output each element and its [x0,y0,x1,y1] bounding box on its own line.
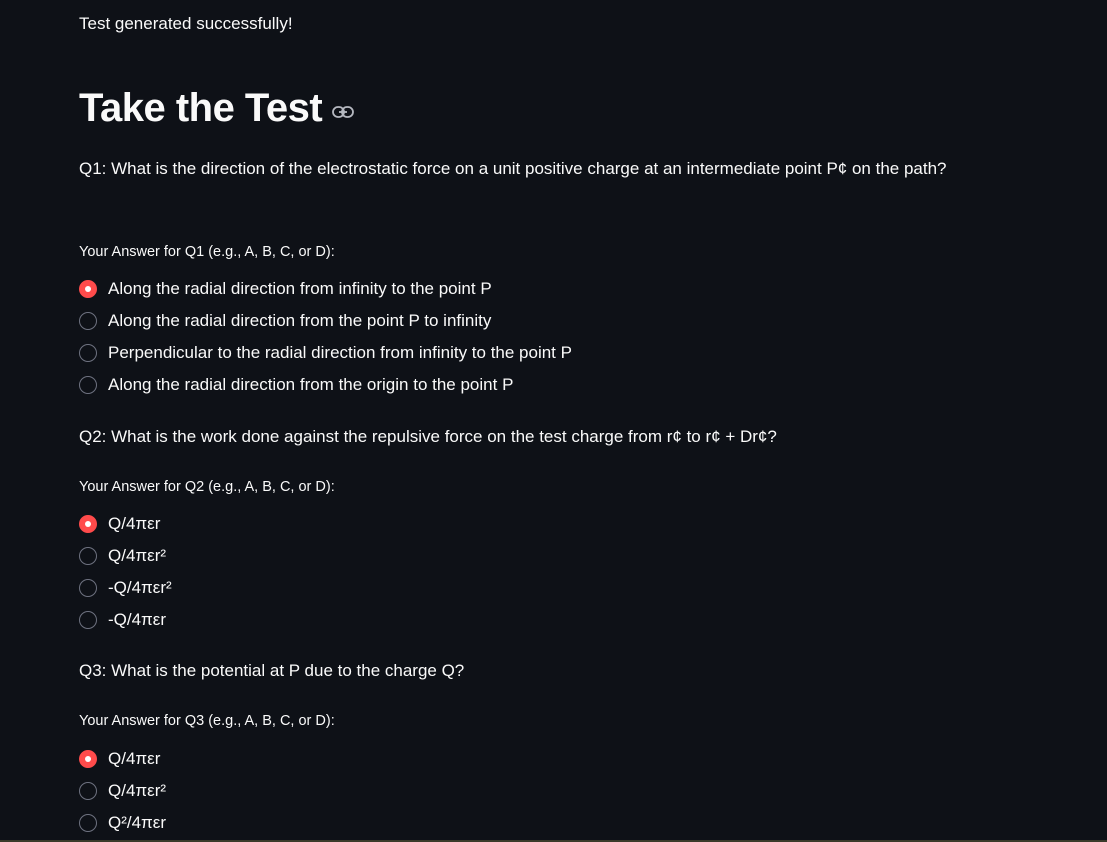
q1-option-a-label: Along the radial direction from infinity… [108,279,492,298]
q1-option-a[interactable]: Along the radial direction from infinity… [79,273,572,305]
radio-unselected-icon[interactable] [79,782,97,800]
q3-option-c-label: Q²/4πεr [108,813,167,832]
q1-option-d[interactable]: Along the radial direction from the orig… [79,369,572,401]
q2-option-a-label: Q/4πεr [108,514,161,533]
q3-option-b-label: Q/4πεr² [108,781,167,800]
q1-option-b[interactable]: Along the radial direction from the poin… [79,305,572,337]
q3-option-b[interactable]: Q/4πεr² [79,775,166,807]
radio-unselected-icon[interactable] [79,579,97,597]
q2-option-a[interactable]: Q/4πεr [79,508,172,540]
success-message: Test generated successfully! [79,14,293,33]
radio-group-q3: Q/4πεr Q/4πεr² Q²/4πεr [79,743,166,839]
answer-label-q1: Your Answer for Q1 (e.g., A, B, C, or D)… [79,244,335,260]
q2-option-b-label: Q/4πεr² [108,546,167,565]
radio-group-q2: Q/4πεr Q/4πεr² -Q/4πεr² -Q/4πεr [79,508,172,636]
link-icon-svg [332,106,355,118]
radio-selected-icon[interactable] [79,750,97,768]
q2-option-d[interactable]: -Q/4πεr [79,604,172,636]
question-2-text: Q2: What is the work done against the re… [79,427,777,446]
q1-option-d-label: Along the radial direction from the orig… [108,375,514,394]
q2-option-b[interactable]: Q/4πεr² [79,540,172,572]
app-page: Test generated successfully! Take the Te… [0,0,1107,842]
q3-option-c[interactable]: Q²/4πεr [79,807,166,839]
radio-unselected-icon[interactable] [79,547,97,565]
radio-selected-icon[interactable] [79,280,97,298]
title-row: Take the Test [79,82,355,134]
q3-option-a[interactable]: Q/4πεr [79,743,166,775]
radio-unselected-icon[interactable] [79,312,97,330]
radio-unselected-icon[interactable] [79,376,97,394]
q2-option-c-label: -Q/4πεr² [108,578,172,597]
link-icon[interactable] [332,105,355,119]
q1-option-c-label: Perpendicular to the radial direction fr… [108,343,572,362]
radio-selected-icon[interactable] [79,515,97,533]
question-1-text: Q1: What is the direction of the electro… [79,159,947,178]
q2-option-d-label: -Q/4πεr [108,610,167,629]
question-3-text: Q3: What is the potential at P due to th… [79,661,465,680]
answer-label-q3: Your Answer for Q3 (e.g., A, B, C, or D)… [79,713,335,729]
q1-option-b-label: Along the radial direction from the poin… [108,311,492,330]
q3-option-a-label: Q/4πεr [108,749,161,768]
radio-unselected-icon[interactable] [79,344,97,362]
radio-group-q1: Along the radial direction from infinity… [79,273,572,401]
radio-unselected-icon[interactable] [79,611,97,629]
radio-unselected-icon[interactable] [79,814,97,832]
q2-option-c[interactable]: -Q/4πεr² [79,572,172,604]
page-title: Take the Test [79,86,323,130]
answer-label-q2: Your Answer for Q2 (e.g., A, B, C, or D)… [79,479,335,495]
q1-option-c[interactable]: Perpendicular to the radial direction fr… [79,337,572,369]
